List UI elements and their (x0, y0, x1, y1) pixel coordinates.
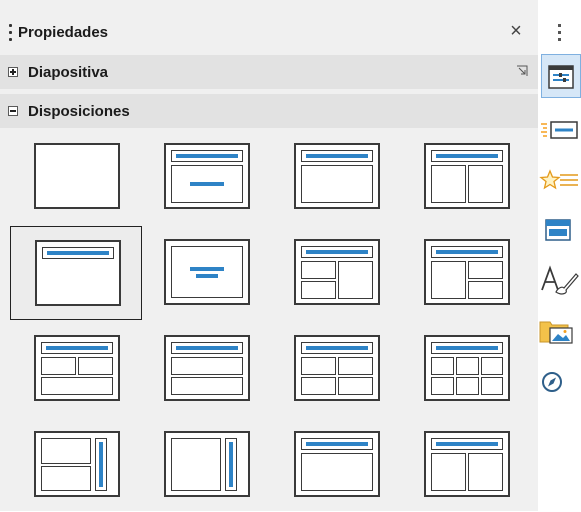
layout-thumbnail (34, 431, 120, 497)
layout-centered-text[interactable] (140, 226, 272, 320)
layout-title-4content[interactable] (270, 322, 402, 416)
properties-panel: Propiedades × Diapositiva Disposiciones (0, 0, 538, 511)
layout-title-content[interactable] (270, 130, 402, 224)
expand-plus-icon[interactable] (8, 67, 18, 77)
slide-transition-icon[interactable] (538, 108, 581, 152)
layout-thumbnail (164, 143, 250, 209)
collapse-minus-icon[interactable] (8, 106, 18, 116)
close-icon[interactable]: × (506, 21, 526, 41)
layout-thumbnail (35, 240, 121, 306)
layout-thumbnail (164, 335, 250, 401)
layout-thumbnail (34, 335, 120, 401)
layout-thumbnail (424, 431, 510, 497)
layout-thumbnail (424, 143, 510, 209)
layout-title-only[interactable] (10, 226, 142, 320)
sidebar-tabbar (538, 0, 581, 511)
styles-icon[interactable] (538, 258, 581, 302)
gallery-icon[interactable] (538, 310, 581, 354)
layout-title-vertical-text[interactable] (270, 418, 402, 512)
sidebar-menu-icon[interactable] (558, 24, 561, 41)
section-layouts[interactable]: Disposiciones (0, 94, 538, 128)
layout-blank[interactable] (10, 130, 142, 224)
layout-title-6content[interactable] (400, 322, 532, 416)
layout-vertical-title-text-chart[interactable] (10, 418, 142, 512)
layout-thumbnail (294, 239, 380, 305)
animation-icon[interactable] (538, 158, 581, 202)
more-options-icon[interactable] (516, 65, 528, 77)
layout-title-content-2content[interactable] (400, 226, 532, 320)
panel-title: Propiedades (18, 23, 109, 41)
navigator-icon[interactable] (538, 360, 581, 404)
layout-thumbnail (294, 335, 380, 401)
layout-title-two-content[interactable] (400, 130, 532, 224)
layout-title-vertical-text-clipart[interactable] (400, 418, 532, 512)
panel-header: Propiedades × (0, 12, 538, 52)
properties-icon[interactable] (541, 54, 581, 98)
layout-thumbnail (424, 239, 510, 305)
drag-handle-icon[interactable] (9, 23, 12, 41)
layout-title-2content-over-content[interactable] (10, 322, 142, 416)
layout-title-content-over-content[interactable] (140, 322, 272, 416)
layout-thumbnail (34, 143, 120, 209)
layout-thumbnail (164, 431, 250, 497)
master-slides-icon[interactable] (538, 208, 581, 252)
layout-thumbnail (294, 431, 380, 497)
layout-title-slide[interactable] (140, 130, 272, 224)
layout-vertical-title-vertical-text[interactable] (140, 418, 272, 512)
layout-thumbnail (164, 239, 250, 305)
layout-thumbnail (294, 143, 380, 209)
layout-thumbnail (424, 335, 510, 401)
section-slide[interactable]: Diapositiva (0, 55, 538, 89)
section-layouts-label: Disposiciones (28, 102, 130, 120)
layout-title-2content-content[interactable] (270, 226, 402, 320)
section-slide-label: Diapositiva (28, 63, 109, 81)
